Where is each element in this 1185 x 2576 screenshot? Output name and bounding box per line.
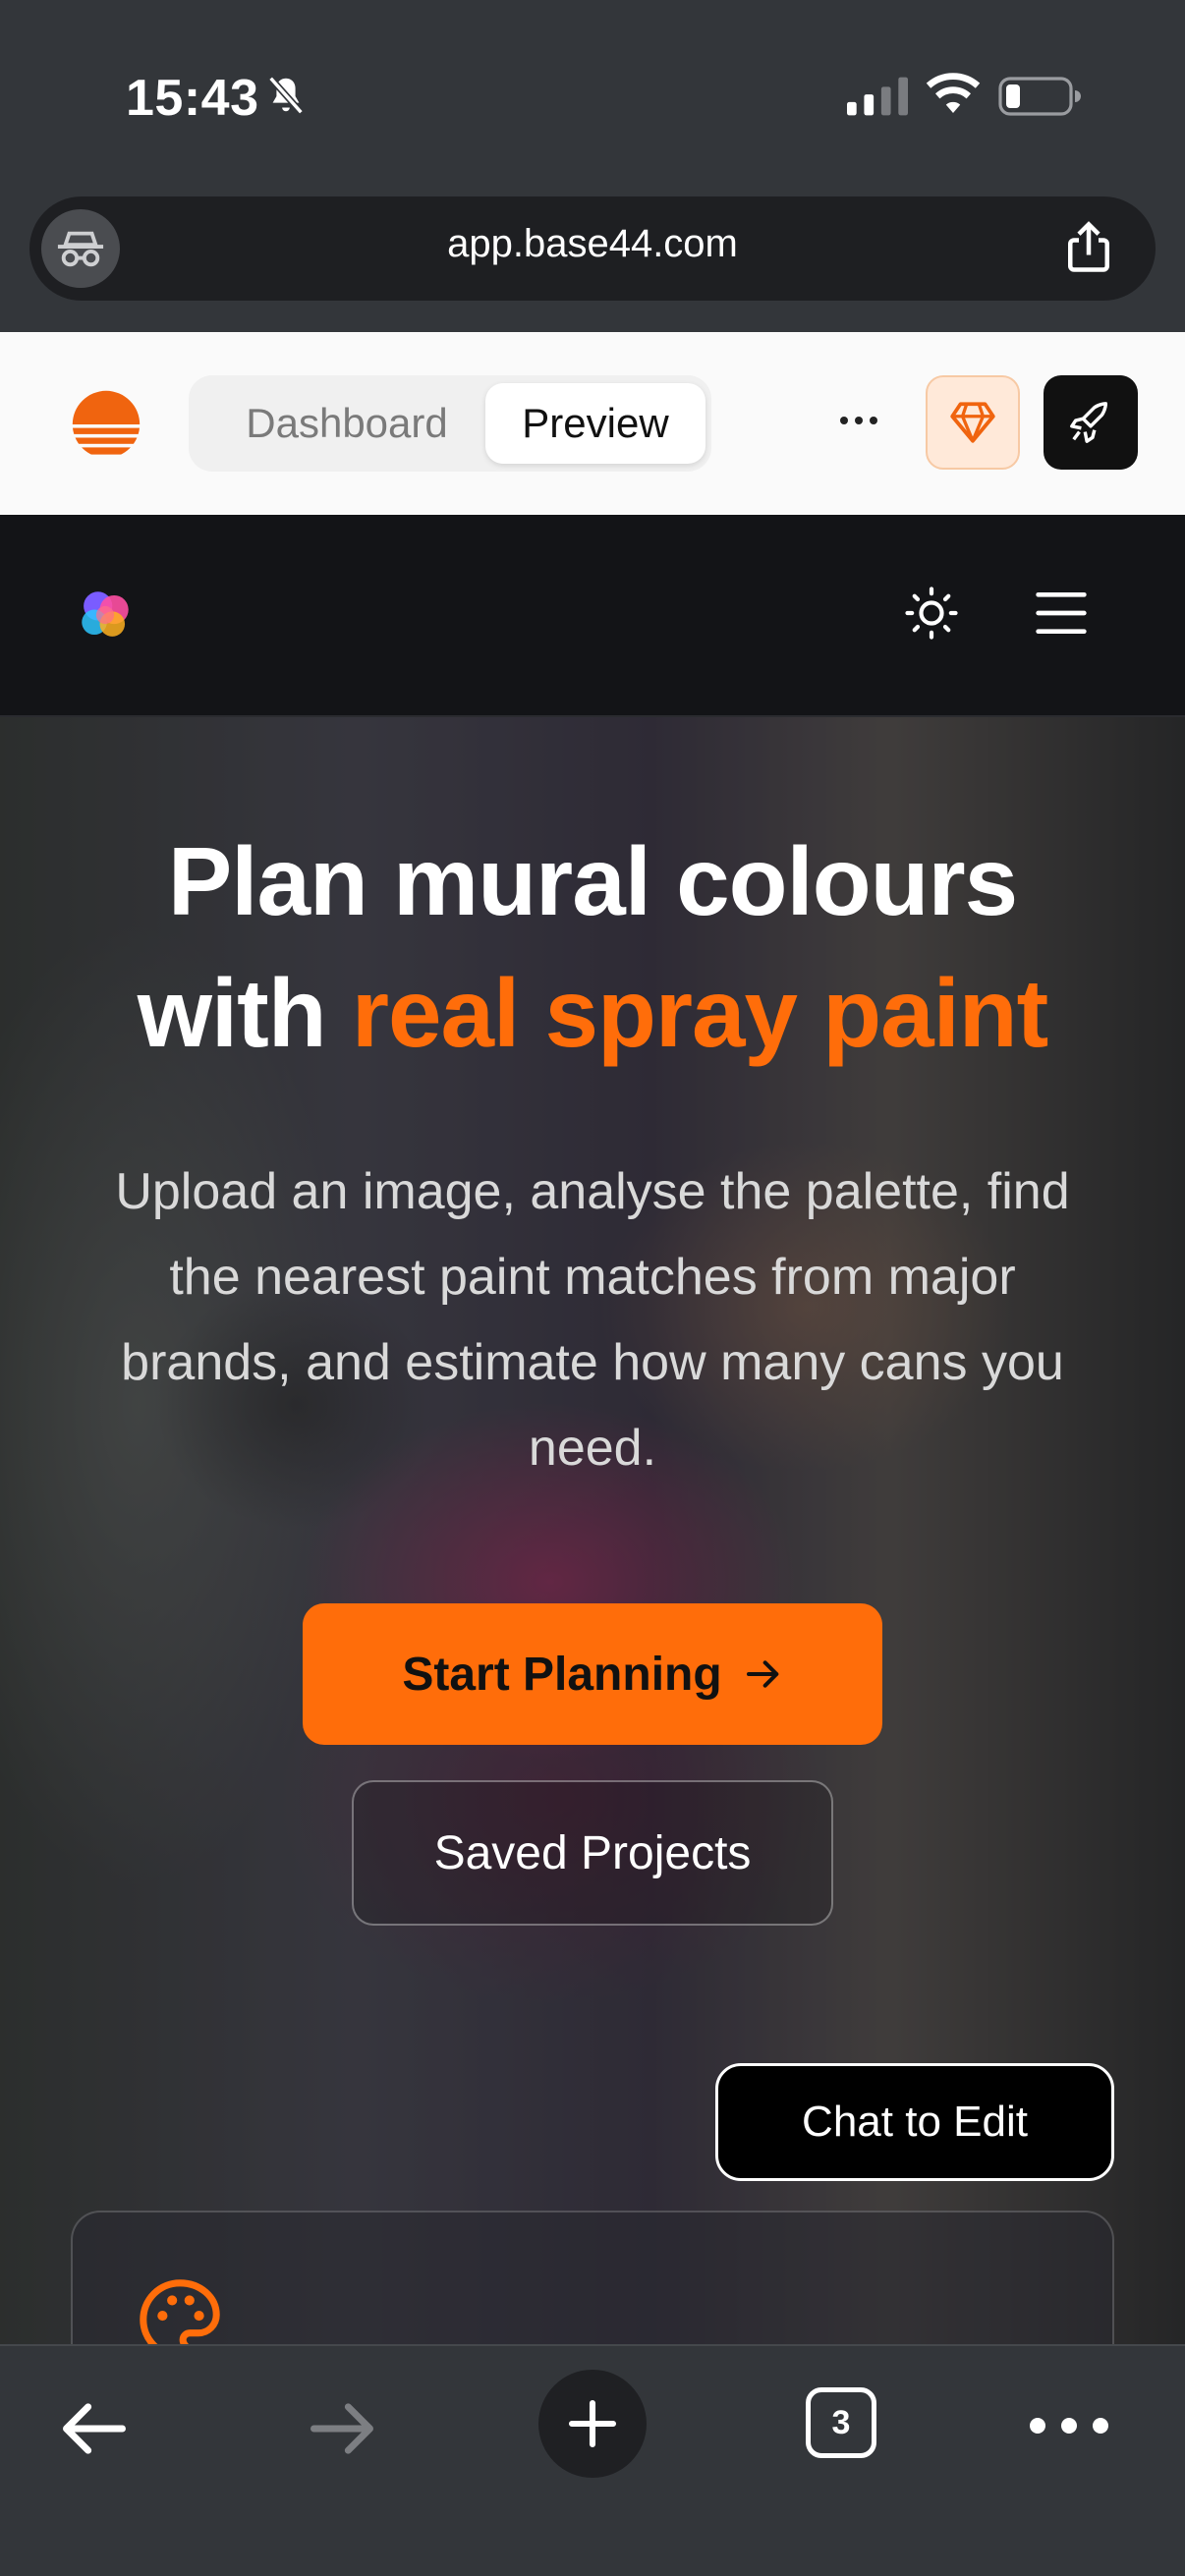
hero-title: Plan mural colours with real spray paint bbox=[0, 815, 1185, 1079]
site-logo-icon[interactable] bbox=[75, 588, 136, 643]
tab-dashboard[interactable]: Dashboard bbox=[204, 383, 489, 464]
hero-title-line1: Plan mural colours bbox=[167, 827, 1018, 935]
browser-bottom-bar: 3 bbox=[0, 2344, 1185, 2576]
plus-icon bbox=[568, 2399, 617, 2448]
chat-to-edit-button[interactable]: Chat to Edit bbox=[715, 2063, 1114, 2181]
more-icon[interactable] bbox=[829, 391, 888, 450]
new-tab-button[interactable] bbox=[538, 2370, 647, 2478]
browser-more-icon[interactable] bbox=[1030, 2401, 1108, 2450]
hero-section: Plan mural colours with real spray paint… bbox=[0, 717, 1185, 2344]
status-bar: 15:43 bbox=[0, 0, 1185, 187]
signal-icon bbox=[847, 77, 908, 116]
site-header bbox=[0, 515, 1185, 717]
menu-icon[interactable] bbox=[1034, 588, 1089, 639]
upgrade-button[interactable] bbox=[926, 375, 1020, 470]
publish-button[interactable] bbox=[1044, 375, 1138, 470]
start-planning-label: Start Planning bbox=[402, 1648, 722, 1701]
gem-icon bbox=[950, 402, 995, 443]
tabs-icon[interactable]: 3 bbox=[806, 2387, 876, 2458]
palette-icon bbox=[140, 2279, 220, 2344]
share-icon[interactable] bbox=[1059, 218, 1118, 277]
hero-title-accent: real spray paint bbox=[351, 959, 1048, 1067]
base44-logo-icon[interactable] bbox=[71, 389, 141, 460]
arrow-right-icon bbox=[746, 1660, 779, 1688]
view-toggle: Dashboard Preview bbox=[189, 375, 711, 472]
rocket-icon bbox=[1070, 402, 1108, 443]
status-time: 15:43 bbox=[126, 70, 259, 127]
sun-icon[interactable] bbox=[904, 586, 959, 641]
back-icon[interactable] bbox=[57, 2391, 132, 2466]
bell-off-icon bbox=[268, 76, 304, 115]
forward-icon[interactable] bbox=[305, 2391, 379, 2466]
address-bar[interactable]: app.base44.com bbox=[29, 196, 1156, 301]
start-planning-button[interactable]: Start Planning bbox=[303, 1603, 882, 1745]
hero-title-prefix: with bbox=[137, 959, 352, 1067]
app-toolbar: Dashboard Preview bbox=[0, 332, 1185, 515]
tab-preview[interactable]: Preview bbox=[485, 383, 705, 464]
battery-icon bbox=[998, 77, 1081, 116]
saved-projects-button[interactable]: Saved Projects bbox=[352, 1780, 833, 1926]
wifi-icon bbox=[926, 73, 981, 113]
feature-card bbox=[71, 2211, 1114, 2344]
url-text[interactable]: app.base44.com bbox=[29, 222, 1156, 266]
hero-subtitle: Upload an image, analyse the palette, fi… bbox=[115, 1163, 1070, 1477]
